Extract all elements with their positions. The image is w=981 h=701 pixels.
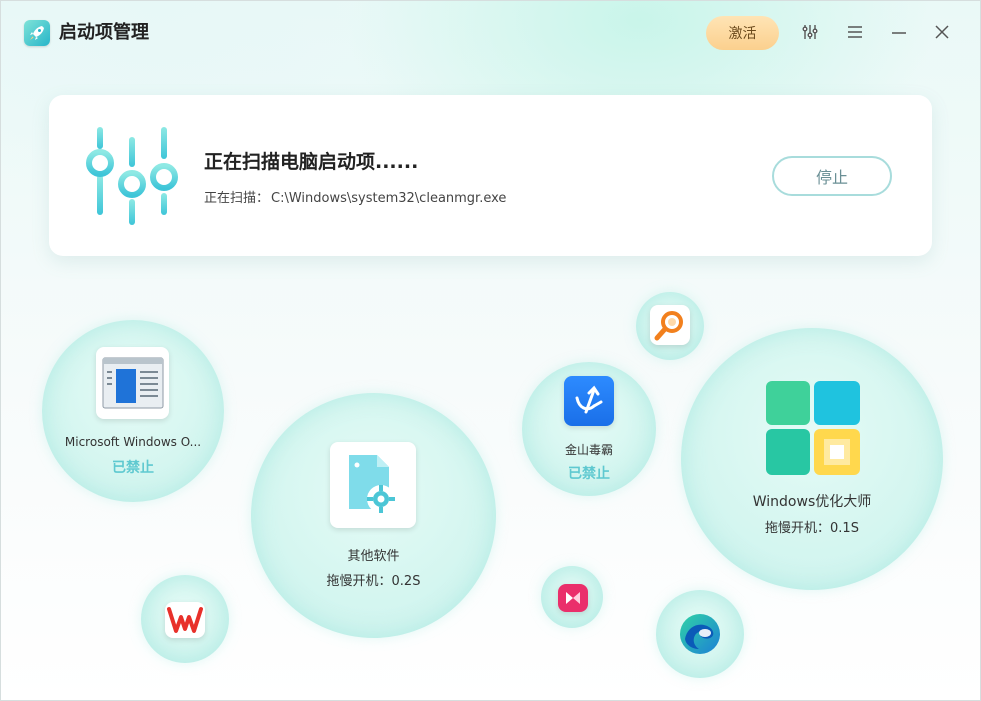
ms-windows-status: 已禁止 [112, 460, 154, 476]
pink-app-icon [558, 584, 588, 612]
scan-path: 正在扫描： C:\Windows\system32\cleanmgr.exe [204, 187, 506, 206]
app-title: 启动项管理 [59, 22, 149, 43]
title-bar: 启动项管理 激活 [0, 0, 981, 66]
scan-title: 正在扫描电脑启动项...... [204, 151, 419, 173]
minimize-icon[interactable] [889, 22, 909, 42]
scan-status-card: 正在扫描电脑启动项...... 正在扫描： C:\Windows\system32… [49, 95, 932, 256]
scan-path-label: 正在扫描： [204, 191, 270, 206]
kingsoft-antivirus-icon [564, 376, 614, 426]
win-optimizer-name: Windows优化大师 [752, 494, 872, 510]
rocket-icon [24, 20, 50, 46]
sliders-icon[interactable] [800, 22, 820, 42]
other-software-icon [330, 442, 416, 528]
stop-button[interactable]: 停止 [772, 156, 892, 196]
kingsoft-status: 已禁止 [568, 466, 610, 482]
menu-icon[interactable] [845, 22, 865, 42]
scan-path-value: C:\Windows\system32\cleanmgr.exe [271, 191, 507, 206]
other-software-name: 其他软件 [347, 549, 400, 564]
scan-sliders-icon [85, 125, 185, 229]
search-tool-icon [650, 305, 690, 345]
windows-optimizer-icon [766, 381, 860, 475]
other-software-delay: 拖慢开机：0.2S [326, 574, 421, 589]
ms-windows-name: Microsoft Windows O... [64, 435, 202, 449]
close-icon[interactable] [932, 22, 952, 42]
kingsoft-name: 金山毒霸 [564, 443, 613, 457]
win-optimizer-delay: 拖慢开机：0.1S [765, 521, 859, 536]
activate-button[interactable]: 激活 [706, 16, 779, 50]
windows-app-icon [96, 347, 169, 419]
edge-browser-icon [676, 610, 724, 658]
wps-office-icon [165, 602, 205, 638]
